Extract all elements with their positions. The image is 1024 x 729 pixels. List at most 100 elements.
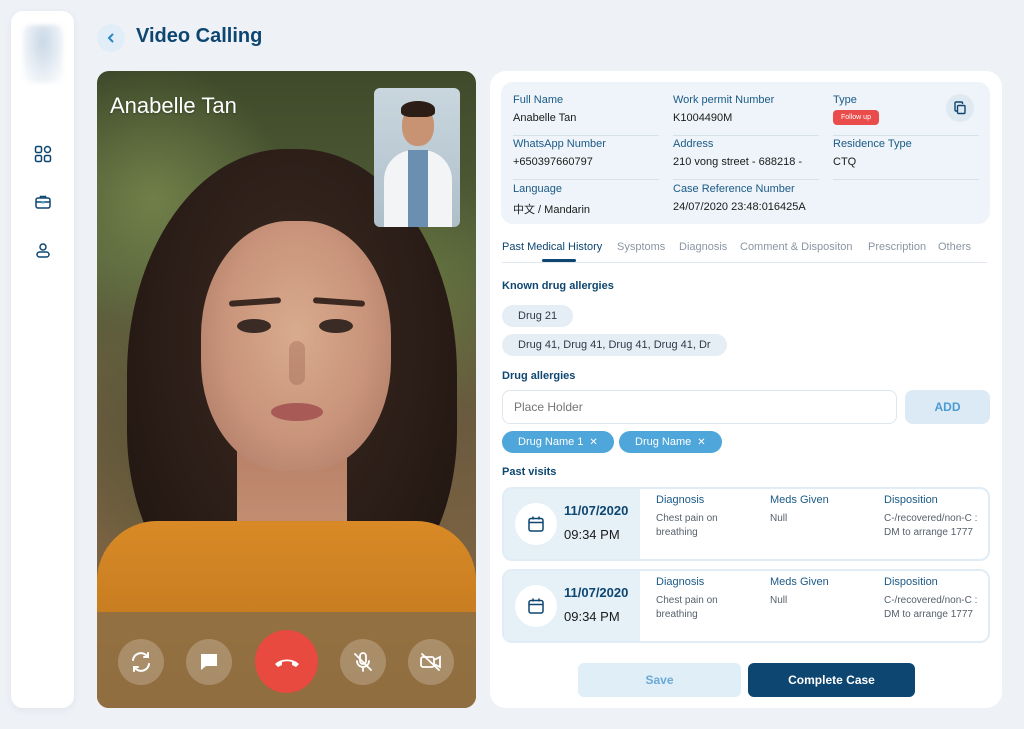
briefcase-icon[interactable] bbox=[32, 191, 54, 213]
chat-icon bbox=[201, 654, 217, 670]
complete-case-button[interactable]: Complete Case bbox=[748, 663, 915, 697]
eye-left bbox=[237, 319, 271, 333]
sidebar bbox=[11, 11, 74, 708]
visit-time: 09:34 PM bbox=[564, 609, 620, 624]
visit-meds: Meds Given Null bbox=[770, 576, 860, 608]
field-label: WhatsApp Number bbox=[513, 138, 606, 150]
divider bbox=[833, 135, 979, 136]
visit-disposition: Disposition C-/recovered/non-C : DM to a… bbox=[884, 576, 986, 622]
tab-others[interactable]: Others bbox=[938, 241, 971, 253]
video-toggle-button[interactable] bbox=[408, 639, 454, 685]
divider bbox=[513, 179, 659, 180]
cell-value: C-/recovered/non-C : DM to arrange 1777 bbox=[884, 595, 978, 620]
drug-allergy-input[interactable] bbox=[502, 390, 897, 424]
back-button[interactable] bbox=[97, 24, 125, 52]
field-value: 210 vong street - 688218 - bbox=[673, 156, 803, 168]
drug-tag[interactable]: Drug Name 1 ✕ bbox=[502, 431, 614, 453]
video-off-icon bbox=[420, 653, 441, 671]
field-value: 中文 / Mandarin bbox=[513, 204, 591, 216]
patient-face bbox=[201, 221, 391, 471]
drug-allergies-title: Drug allergies bbox=[502, 370, 576, 382]
whatsapp-field: WhatsApp Number +650397660797 bbox=[513, 138, 659, 180]
brow-right bbox=[312, 297, 366, 307]
column-header: Disposition bbox=[884, 576, 938, 588]
copy-button[interactable] bbox=[946, 94, 974, 122]
doctor-shirt bbox=[408, 150, 428, 227]
visit-card[interactable]: 11/07/2020 09:34 PM Diagnosis Chest pain… bbox=[502, 569, 990, 643]
visit-diagnosis: Diagnosis Chest pain on breathing bbox=[656, 494, 756, 540]
save-button[interactable]: Save bbox=[578, 663, 741, 697]
status-badge: Follow up bbox=[833, 110, 879, 125]
dashboard-grid-icon[interactable] bbox=[32, 143, 54, 165]
visit-time: 09:34 PM bbox=[564, 527, 620, 542]
tab-past-medical-history[interactable]: Past Medical History bbox=[502, 241, 602, 253]
tab-comment-disposition[interactable]: Comment & Dispositon bbox=[740, 241, 853, 253]
visit-date-block: 11/07/2020 09:34 PM bbox=[504, 571, 640, 641]
full-name-field: Full Name Anabelle Tan bbox=[513, 94, 659, 136]
eye-right bbox=[319, 319, 353, 333]
field-value: CTQ bbox=[833, 156, 857, 168]
case-ref-field: Case Reference Number 24/07/2020 23:48:0… bbox=[673, 183, 806, 213]
nose bbox=[289, 341, 305, 385]
drug-tag-label: Drug Name bbox=[635, 436, 692, 448]
field-label: Type bbox=[833, 94, 857, 106]
chevron-left-icon bbox=[107, 33, 114, 43]
brow-left bbox=[228, 297, 282, 307]
allergy-chip: Drug 41, Drug 41, Drug 41, Drug 41, Dr bbox=[502, 334, 727, 356]
drug-tag[interactable]: Drug Name ✕ bbox=[619, 431, 722, 453]
switch-camera-button[interactable] bbox=[118, 639, 164, 685]
video-feed: Anabelle Tan bbox=[97, 71, 476, 708]
add-button[interactable]: ADD bbox=[905, 390, 990, 424]
lips bbox=[271, 403, 323, 421]
work-permit-field: Work permit Number K1004490M bbox=[673, 94, 819, 136]
calendar-icon bbox=[515, 585, 557, 627]
doctor-hair bbox=[401, 101, 435, 117]
calendar-icon bbox=[515, 503, 557, 545]
column-header: Diagnosis bbox=[656, 576, 705, 588]
field-label: Residence Type bbox=[833, 138, 912, 150]
page-title: Video Calling bbox=[136, 25, 263, 47]
past-visits-title: Past visits bbox=[502, 466, 557, 478]
field-value: K1004490M bbox=[673, 112, 733, 124]
visit-date-block: 11/07/2020 09:34 PM bbox=[504, 489, 640, 559]
mute-button[interactable] bbox=[340, 639, 386, 685]
known-allergies-title: Known drug allergies bbox=[502, 280, 614, 292]
field-label: Full Name bbox=[513, 94, 564, 106]
end-call-button[interactable] bbox=[255, 630, 318, 693]
tab-diagnosis[interactable]: Diagnosis bbox=[679, 241, 727, 253]
tab-prescription[interactable]: Prescription bbox=[868, 241, 926, 253]
visit-meds: Meds Given Null bbox=[770, 494, 860, 526]
close-icon[interactable]: ✕ bbox=[697, 437, 705, 448]
visit-card[interactable]: 11/07/2020 09:34 PM Diagnosis Chest pain… bbox=[502, 487, 990, 561]
divider bbox=[673, 135, 819, 136]
tab-symptoms[interactable]: Sysptoms bbox=[617, 241, 665, 253]
field-label: Case Reference Number bbox=[673, 183, 795, 195]
column-header: Meds Given bbox=[770, 494, 829, 506]
logo bbox=[23, 25, 63, 83]
cell-value: Null bbox=[770, 595, 788, 606]
visit-disposition: Disposition C-/recovered/non-C : DM to a… bbox=[884, 494, 986, 540]
close-icon[interactable]: ✕ bbox=[589, 437, 597, 448]
call-controls bbox=[97, 612, 476, 708]
end-call-icon bbox=[274, 659, 299, 667]
visit-diagnosis: Diagnosis Chest pain on breathing bbox=[656, 576, 756, 622]
copy-icon bbox=[954, 101, 966, 115]
tab-bar: Past Medical History Sysptoms Diagnosis … bbox=[502, 241, 987, 263]
visit-date: 11/07/2020 bbox=[564, 585, 629, 600]
patient-info-card: Full Name Anabelle Tan Work permit Numbe… bbox=[501, 82, 990, 224]
field-label: Language bbox=[513, 183, 562, 195]
field-label: Address bbox=[673, 138, 714, 150]
caller-name: Anabelle Tan bbox=[110, 93, 237, 118]
cell-value: Null bbox=[770, 513, 788, 524]
residence-field: Residence Type CTQ bbox=[833, 138, 979, 180]
chat-button[interactable] bbox=[186, 639, 232, 685]
language-field: Language 中文 / Mandarin bbox=[513, 183, 590, 217]
cell-value: Chest pain on breathing bbox=[656, 513, 718, 538]
visit-date: 11/07/2020 bbox=[564, 503, 629, 518]
drug-tag-label: Drug Name 1 bbox=[518, 436, 584, 448]
switch-camera-icon bbox=[132, 652, 150, 672]
doctor-pip-video[interactable] bbox=[374, 88, 460, 227]
divider bbox=[673, 179, 819, 180]
field-value: 24/07/2020 23:48:016425A bbox=[673, 201, 806, 213]
user-icon[interactable] bbox=[32, 239, 54, 261]
